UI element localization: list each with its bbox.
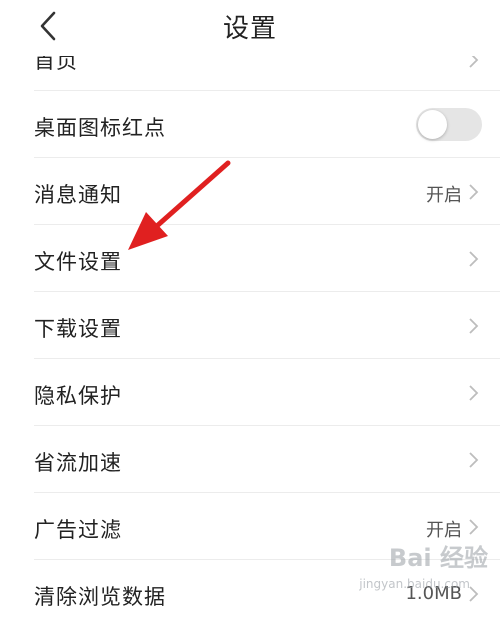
settings-row-value: 开启 [426, 185, 462, 206]
chevron-right-icon [469, 452, 479, 468]
settings-row-download[interactable]: 下载设置 [0, 292, 500, 359]
settings-row-label: 文件设置 [34, 250, 122, 274]
page-title: 设置 [222, 14, 277, 44]
settings-row-label: 清除浏览数据 [34, 585, 166, 609]
chevron-right-icon [469, 385, 479, 401]
baidu-watermark: Bai 经验 [388, 544, 488, 572]
chevron-right-icon [469, 184, 479, 200]
settings-row-label: 隐私保护 [34, 384, 122, 408]
settings-row-label: 下载设置 [34, 317, 122, 341]
watermark-url: jingyan.baidu.com [359, 577, 470, 591]
settings-screen: 首页 桌面图标红点 消息通知 开启 文件设置 下载设置 隐私保护 省流加速 广告… [0, 0, 500, 609]
chevron-right-icon [469, 318, 479, 334]
desktop-badge-toggle[interactable] [416, 108, 482, 141]
settings-row-label: 省流加速 [34, 451, 122, 475]
settings-row-notifications[interactable]: 消息通知 开启 [0, 158, 500, 225]
settings-row-desktop-badge: 桌面图标红点 [0, 91, 500, 158]
settings-row-label: 消息通知 [34, 183, 122, 207]
settings-row-label: 广告过滤 [34, 518, 122, 542]
settings-row-privacy[interactable]: 隐私保护 [0, 359, 500, 426]
chevron-right-icon [469, 251, 479, 267]
settings-row-data-saver[interactable]: 省流加速 [0, 426, 500, 493]
settings-row-label: 桌面图标红点 [34, 116, 166, 140]
settings-row-file[interactable]: 文件设置 [0, 225, 500, 292]
chevron-right-icon [469, 519, 479, 535]
nav-header: 设置 [0, 0, 500, 56]
toggle-knob [418, 110, 447, 139]
